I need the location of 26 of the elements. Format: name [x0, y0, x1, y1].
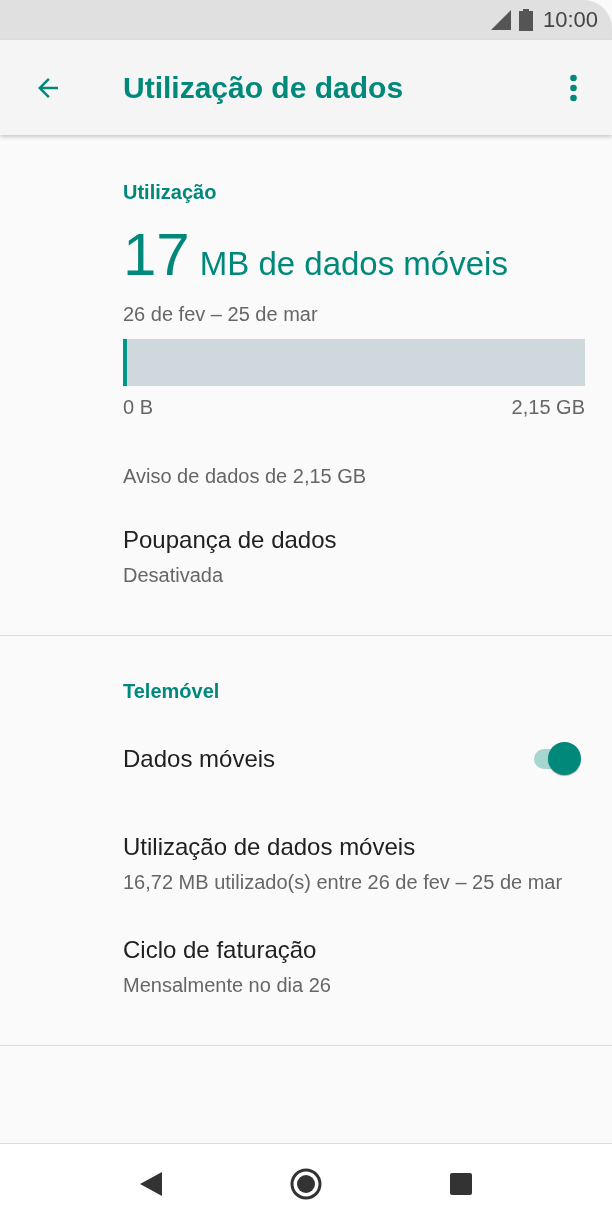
section-header: Telemóvel: [123, 680, 221, 703]
item-summary: Desativada: [123, 563, 225, 588]
item-title: Dados móveis: [123, 745, 276, 773]
item-title: Poupança de dados: [123, 526, 338, 554]
home-nav-icon[interactable]: [290, 1168, 322, 1200]
item-title: Ciclo de faturação: [123, 936, 318, 964]
item-summary: Mensalmente no dia 26: [123, 973, 332, 998]
usage-amount: 17: [123, 220, 190, 289]
screen-title: Utilização de dados: [123, 70, 405, 105]
item-title: Utilização de dados móveis: [123, 833, 417, 861]
data-warning-text: Aviso de dados de 2,15 GB: [123, 465, 368, 488]
range-max-label: 2,15 GB: [511, 396, 585, 419]
battery-icon: [518, 9, 533, 31]
item-summary: 16,72 MB utilizado(s) entre 26 de fev – 25 de mar: [123, 870, 564, 895]
section-header: Utilização: [123, 181, 218, 204]
status-time: 10:00: [542, 7, 598, 33]
more-options-icon[interactable]: [569, 73, 578, 102]
settings-item[interactable]: Dados móveis: [123, 703, 612, 777]
usage-period: 26 de fev – 25 de mar: [123, 303, 319, 326]
settings-item[interactable]: Ciclo de faturação Mensalmente no dia 26: [123, 914, 612, 999]
settings-item[interactable]: Utilização de dados móveis 16,72 MB utilizado(s) entre 26 de fev – 25 de mar: [123, 811, 612, 896]
back-nav-icon[interactable]: [140, 1172, 162, 1196]
signal-icon: [490, 10, 511, 30]
range-min-label: 0 B: [123, 396, 154, 419]
settings-item[interactable]: Poupança de dados Desativada: [123, 526, 612, 589]
usage-unit: MB de dados móveis: [199, 245, 508, 283]
